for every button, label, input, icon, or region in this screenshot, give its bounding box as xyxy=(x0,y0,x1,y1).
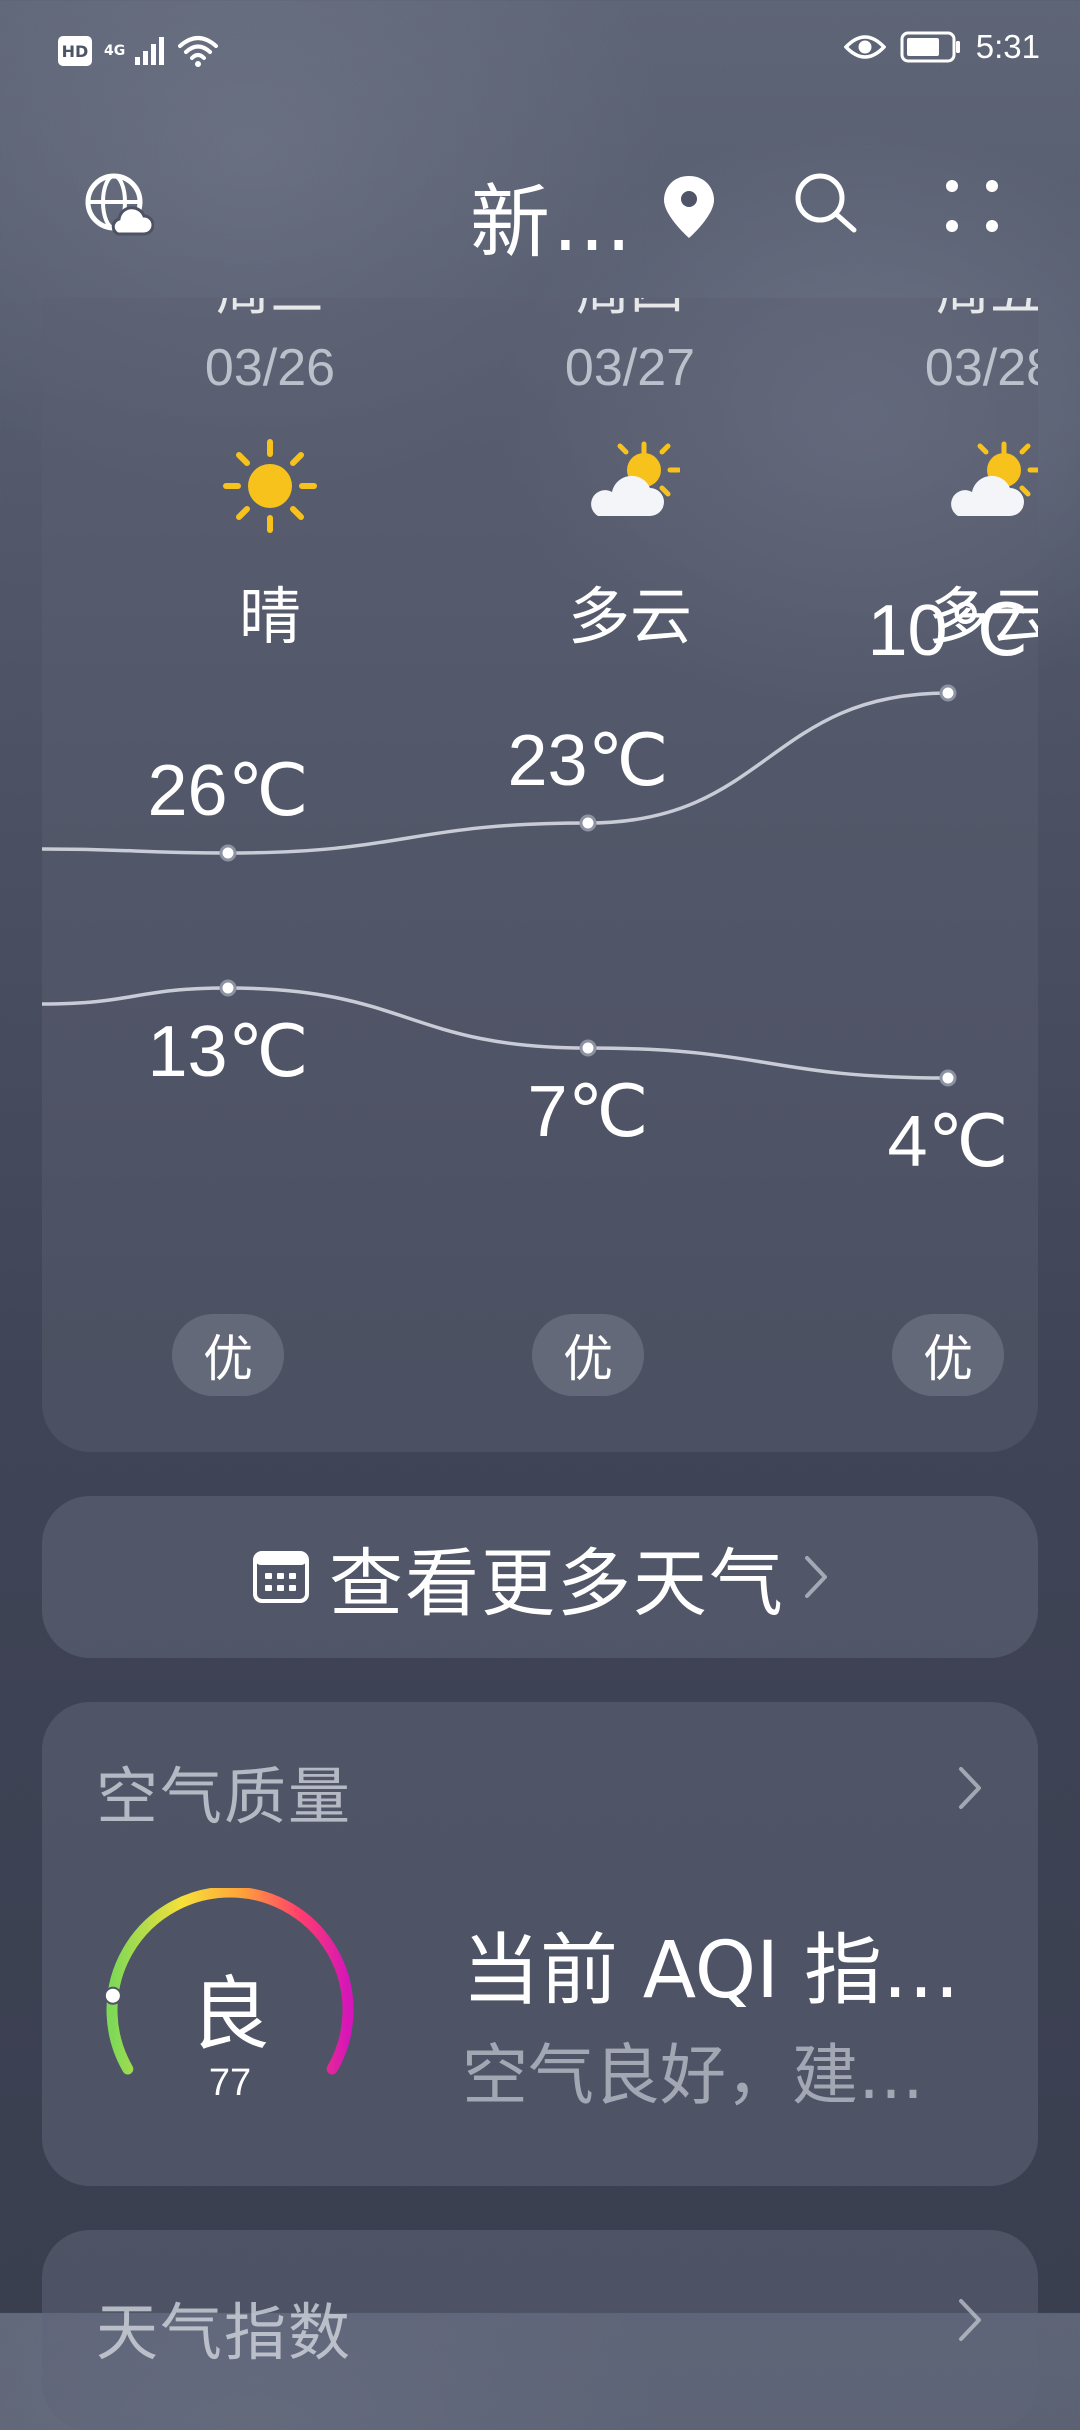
location-pin-icon[interactable] xyxy=(660,174,718,240)
partly-cloudy-icon xyxy=(591,441,680,516)
air-quality-title: 空气质量 xyxy=(96,1760,353,1833)
grid-dots-icon[interactable] xyxy=(940,174,1004,238)
low-temp-label: 13℃ xyxy=(148,1012,309,1092)
city-title[interactable]: 新… xyxy=(470,158,634,274)
temperature-chart: 26℃13℃23℃7℃10℃4℃ xyxy=(42,591,1028,1182)
condition-label: 晴 xyxy=(238,580,301,653)
calendar-icon xyxy=(253,1551,309,1603)
condition-label: 多云 xyxy=(927,580,1038,653)
aqi-value: 77 xyxy=(208,2062,252,2104)
chevron-right-icon xyxy=(959,1767,981,1809)
chevron-right-icon xyxy=(959,2299,981,2341)
low-temp-label: 4℃ xyxy=(888,1102,1009,1182)
high-temp-label: 23℃ xyxy=(508,721,669,801)
signal-icon xyxy=(135,37,165,65)
date-label: 03/26 xyxy=(204,339,336,397)
low-temp-point xyxy=(219,979,237,997)
search-icon[interactable] xyxy=(790,168,860,238)
weather-index-title: 天气指数 xyxy=(96,2296,353,2369)
aqi-chip-day-2: 优 xyxy=(532,1314,644,1396)
high-temp-label: 26℃ xyxy=(148,751,309,831)
status-time: 5:31 xyxy=(975,28,1040,65)
low-temp-label: 7℃ xyxy=(528,1072,649,1152)
wifi-icon xyxy=(178,36,219,67)
chevron-right-icon xyxy=(805,1556,827,1598)
aqi-level: 良 xyxy=(190,1968,270,2061)
status-left: HD 4G xyxy=(58,34,219,68)
high-temp-point xyxy=(939,684,957,702)
aqi-headline: 当前 AQI 指… xyxy=(462,1926,960,2016)
low-temp-point xyxy=(579,1039,597,1057)
partly-cloudy-icon xyxy=(951,441,1038,516)
weather-index-card[interactable]: 天气指数 xyxy=(42,2230,1038,2430)
more-weather-label: 查看更多天气 xyxy=(329,1540,785,1627)
sunny-icon xyxy=(223,439,317,533)
aqi-description: 空气良好，建… xyxy=(462,2037,924,2114)
aqi-chip-day-3: 优 xyxy=(892,1314,1004,1396)
high-temp-point xyxy=(579,814,597,832)
low-temp-point xyxy=(939,1069,957,1087)
status-right: 5:31 xyxy=(843,28,1040,66)
app-header: 新… xyxy=(0,140,1080,270)
weekday-label: 周三 xyxy=(120,298,420,325)
condition-label: 多云 xyxy=(567,580,692,653)
eye-icon xyxy=(843,35,886,59)
status-bar: HD 4G 5:31 xyxy=(0,0,1080,110)
air-quality-card[interactable]: 空气质量 良 77 当前 AQI 指… 空气良好，建… xyxy=(42,1702,1038,2186)
battery-icon xyxy=(900,31,960,63)
more-weather-button[interactable]: 查看更多天气 xyxy=(42,1496,1038,1658)
hd-badge: HD xyxy=(58,36,92,66)
date-label: 03/27 xyxy=(564,339,696,397)
forecast-card: 26℃13℃23℃7℃10℃4℃ 周三 03/26 晴 周四 03/27 xyxy=(42,298,1038,1452)
weekday-label: 周四 xyxy=(480,298,780,325)
globe-weather-icon[interactable] xyxy=(82,168,154,240)
network-type: 4G xyxy=(104,43,126,59)
weekday-label: 周五 xyxy=(840,298,1038,325)
aqi-chip-day-1: 优 xyxy=(172,1314,284,1396)
date-label: 03/28 xyxy=(924,339,1038,397)
high-temp-point xyxy=(219,844,237,862)
